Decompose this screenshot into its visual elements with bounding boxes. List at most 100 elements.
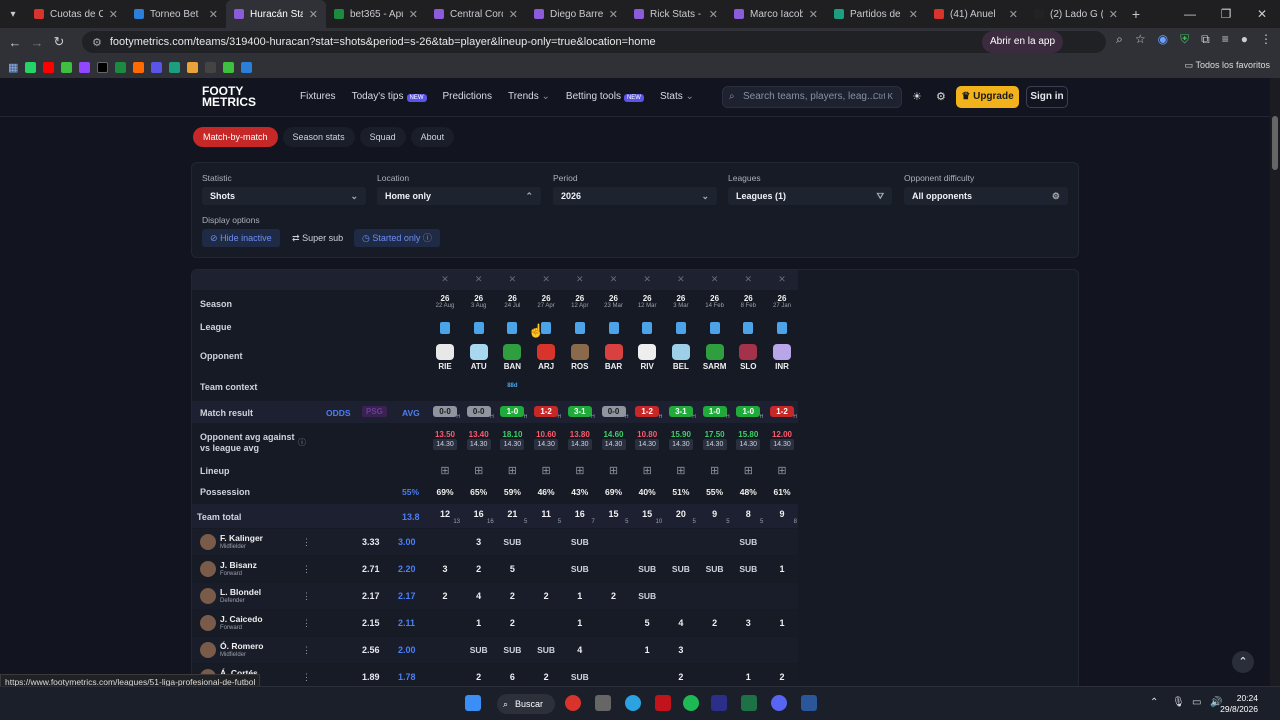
more-options-icon[interactable]: ⋮	[302, 672, 311, 683]
player-match-value[interactable]: 4	[563, 645, 597, 655]
sign-in-button[interactable]: Sign in	[1026, 86, 1068, 108]
player-match-value[interactable]: 4	[462, 591, 496, 601]
more-options-icon[interactable]: ⋮	[302, 591, 311, 602]
player-match-value[interactable]: SUB	[563, 537, 597, 547]
spotify-icon[interactable]	[683, 695, 699, 711]
player-match-value[interactable]: 5	[495, 564, 529, 574]
match-result-cell[interactable]: 1-0 H	[698, 406, 732, 420]
remove-match-icon[interactable]: ✕	[664, 274, 698, 285]
opponent-cell[interactable]: ROS	[563, 344, 597, 371]
player-match-value[interactable]: SUB	[495, 537, 529, 547]
app-icon[interactable]	[595, 695, 611, 711]
whatsapp-icon[interactable]	[25, 61, 37, 73]
extension-icon[interactable]: ◉	[1158, 32, 1168, 47]
upgrade-button[interactable]: ♛ Upgrade	[956, 86, 1019, 108]
close-tab-icon[interactable]: ✕	[109, 8, 118, 21]
period-select[interactable]: 2026 ⌄	[553, 187, 717, 205]
player-match-value[interactable]: SUB	[563, 672, 597, 682]
close-tab-icon[interactable]: ✕	[809, 8, 818, 21]
player-match-value[interactable]: SUB	[731, 564, 765, 574]
player-match-value[interactable]: SUB	[563, 564, 597, 574]
new-tab-button[interactable]: +	[1126, 6, 1146, 22]
tray-chevron-icon[interactable]: ⌃	[1150, 697, 1158, 708]
youtube-icon[interactable]	[43, 61, 55, 73]
opponent-cell[interactable]: INR	[765, 344, 799, 371]
player-match-value[interactable]: 3	[428, 564, 462, 574]
nav-trends[interactable]: Trends ⌄	[508, 91, 550, 102]
avg-column-label[interactable]: AVG	[402, 408, 420, 418]
network-icon[interactable]: ▭	[1192, 697, 1201, 708]
lineup-icon[interactable]: ⊞	[462, 464, 496, 477]
tab-squad[interactable]: Squad	[359, 127, 406, 147]
word-icon[interactable]	[801, 695, 817, 711]
player-match-value[interactable]: 3	[664, 645, 698, 655]
remove-match-icon[interactable]: ✕	[765, 274, 799, 285]
remove-match-icon[interactable]: ✕	[630, 274, 664, 285]
taskbar-search[interactable]: ⌕ Buscar	[497, 694, 555, 714]
league-icon[interactable]	[765, 322, 799, 336]
player-name[interactable]: Ó. Romero	[220, 641, 263, 651]
player-name[interactable]: F. Kalinger	[220, 533, 263, 543]
remove-match-icon[interactable]: ✕	[731, 274, 765, 285]
player-match-value[interactable]: 5	[630, 618, 664, 628]
match-result-cell[interactable]: 0-0 H	[462, 406, 496, 420]
menu-icon[interactable]: ⋮	[1260, 32, 1272, 47]
opponent-cell[interactable]: ARJ	[529, 344, 563, 371]
more-options-icon[interactable]: ⋮	[302, 645, 311, 656]
league-icon[interactable]	[428, 322, 462, 336]
media-icon[interactable]: ≡	[1222, 32, 1229, 47]
scrollbar-thumb[interactable]	[1272, 116, 1278, 170]
match-result-cell[interactable]: 1-2 H	[630, 406, 664, 420]
settings-gear-icon[interactable]: ⚙	[936, 90, 946, 103]
psg-column-label[interactable]: PSG	[362, 406, 387, 417]
bookmark-icon[interactable]	[241, 61, 253, 73]
browser-tab[interactable]: Diego Barrera ✕	[526, 0, 626, 28]
match-result-cell[interactable]: 0-0 H	[597, 406, 631, 420]
opponent-cell[interactable]: BAR	[597, 344, 631, 371]
player-match-value[interactable]: 2	[462, 564, 496, 574]
nav-fixtures[interactable]: Fixtures	[300, 91, 336, 102]
chrome-icon[interactable]	[565, 695, 581, 711]
taskbar-clock[interactable]: 20:24 29/8/2026	[1220, 693, 1258, 715]
remove-match-icon[interactable]: ✕	[495, 274, 529, 285]
match-result-cell[interactable]: 1-2 H	[765, 406, 799, 420]
player-match-value[interactable]: 2	[698, 618, 732, 628]
forward-icon[interactable]: →	[26, 35, 48, 50]
maximize-icon[interactable]: ❐	[1208, 0, 1244, 28]
theme-toggle-icon[interactable]: ☀	[912, 90, 922, 103]
match-result-cell[interactable]: 1-0 H	[495, 406, 529, 420]
opponent-cell[interactable]: SLO	[731, 344, 765, 371]
close-tab-icon[interactable]: ✕	[409, 8, 418, 21]
bookmark-icon[interactable]	[61, 61, 73, 73]
bookmark-icon[interactable]	[223, 61, 235, 73]
tab-match-by-match[interactable]: Match-by-match	[193, 127, 278, 147]
player-match-value[interactable]: 1	[765, 618, 799, 628]
page-scrollbar[interactable]	[1270, 78, 1280, 686]
odds-column-label[interactable]: ODDS	[326, 408, 351, 418]
opponent-cell[interactable]: RIE	[428, 344, 462, 371]
close-tab-icon[interactable]: ✕	[209, 8, 218, 21]
player-match-value[interactable]: 1	[462, 618, 496, 628]
lineup-icon[interactable]: ⊞	[428, 464, 462, 477]
player-match-value[interactable]: 3	[731, 618, 765, 628]
match-result-cell[interactable]: 3-1 H	[563, 406, 597, 420]
super-sub-toggle[interactable]: ⇄ Super sub	[284, 229, 351, 247]
league-icon[interactable]	[563, 322, 597, 336]
nav-stats[interactable]: Stats ⌄	[660, 91, 694, 102]
player-match-value[interactable]: 2	[428, 591, 462, 601]
lineup-icon[interactable]: ⊞	[630, 464, 664, 477]
bookmark-icon[interactable]	[115, 61, 127, 73]
more-options-icon[interactable]: ⋮	[302, 564, 311, 575]
opponent-cell[interactable]: ATU	[462, 344, 496, 371]
close-window-icon[interactable]: ✕	[1244, 0, 1280, 28]
lineup-icon[interactable]: ⊞	[698, 464, 732, 477]
lineup-icon[interactable]: ⊞	[765, 464, 799, 477]
match-result-cell[interactable]: 0-0 H	[428, 406, 462, 420]
player-match-value[interactable]: 1	[765, 564, 799, 574]
league-icon[interactable]	[495, 322, 529, 336]
leagues-select[interactable]: Leagues (1) ⛛	[728, 187, 892, 205]
apps-grid-icon[interactable]: ▦	[8, 61, 18, 74]
match-result-cell[interactable]: 3-1 H	[664, 406, 698, 420]
player-match-value[interactable]: SUB	[698, 564, 732, 574]
shield-icon[interactable]: ⛨	[1180, 32, 1189, 47]
